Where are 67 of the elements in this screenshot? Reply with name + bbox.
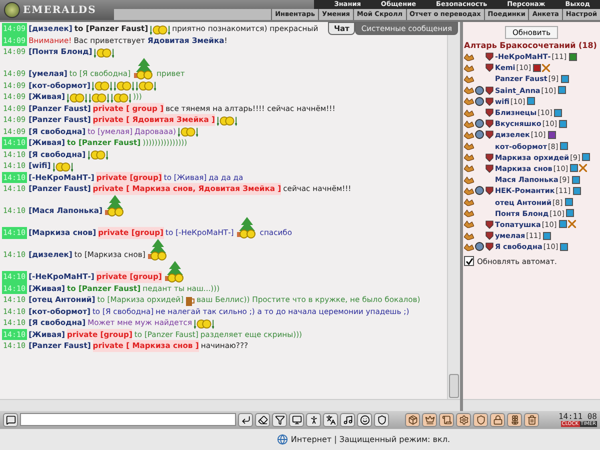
- info-icon[interactable]: [542, 232, 551, 240]
- smiley-icon: [114, 81, 134, 91]
- crossed-swords-icon[interactable]: [568, 220, 576, 228]
- smiley-icon: [88, 92, 109, 102]
- info-icon[interactable]: [560, 142, 568, 150]
- smiley-icon: [66, 92, 87, 102]
- info-icon[interactable]: [548, 130, 556, 139]
- logo-text: EMERALDS: [23, 4, 96, 16]
- enter-icon[interactable]: [238, 412, 253, 426]
- smiley-icon: [92, 81, 112, 91]
- smiley-icon: [94, 48, 114, 58]
- info-icon[interactable]: [582, 153, 590, 162]
- bin-icon[interactable]: [524, 412, 539, 426]
- info-icon[interactable]: [559, 120, 568, 128]
- horizontal-scrollbar[interactable]: [0, 399, 460, 411]
- emblem-icon: [4, 2, 20, 18]
- info-icon[interactable]: [558, 220, 567, 228]
- lock-icon[interactable]: [490, 412, 505, 426]
- music-icon[interactable]: [340, 412, 355, 426]
- info-icon[interactable]: [566, 209, 574, 218]
- globe-icon: [276, 434, 288, 445]
- tree-smiley-icon: [147, 238, 170, 260]
- clock-time: 14:11 08: [558, 412, 597, 420]
- flower-icon[interactable]: [507, 412, 522, 426]
- auto-refresh-checkbox[interactable]: [464, 256, 474, 266]
- crossed-swords-icon[interactable]: [542, 64, 550, 72]
- person-icon[interactable]: [306, 412, 321, 426]
- tree-smiley-icon: [164, 260, 186, 282]
- info-icon[interactable]: [527, 97, 536, 106]
- info-icon[interactable]: [572, 186, 581, 195]
- smiley-icon: [110, 92, 131, 102]
- gear-icon[interactable]: [456, 412, 471, 426]
- horizontal-scrollbar[interactable]: [463, 399, 600, 411]
- smiley-icon: [178, 127, 198, 137]
- translit-icon[interactable]: [323, 412, 338, 426]
- info-icon[interactable]: [568, 52, 577, 61]
- tree-smiley-icon: [236, 216, 258, 238]
- message-input[interactable]: [20, 413, 236, 426]
- monitor-icon[interactable]: [289, 412, 304, 426]
- bag-icon[interactable]: [405, 412, 420, 426]
- smiley-icon: [88, 150, 108, 160]
- smiley-icon: [136, 81, 156, 91]
- crossed-swords-icon[interactable]: [579, 164, 588, 172]
- tree-smiley-icon: [104, 194, 126, 216]
- shield-icon[interactable]: [473, 412, 488, 426]
- info-icon[interactable]: [564, 198, 573, 206]
- info-icon[interactable]: [560, 74, 569, 83]
- info-icon[interactable]: [572, 176, 580, 184]
- smiley-icon: [217, 116, 238, 126]
- info-icon[interactable]: [558, 86, 566, 94]
- scroll-icon[interactable]: [439, 412, 454, 426]
- room-title: Алтарь Бракосочетаний (18): [464, 41, 598, 51]
- info-icon[interactable]: [560, 242, 568, 251]
- status-text: Интернет | Защищенный режим: вкл.: [290, 435, 450, 444]
- speech-icon[interactable]: [3, 412, 18, 426]
- mug-icon: [186, 296, 195, 306]
- info-icon[interactable]: [570, 164, 578, 172]
- smiley-icon: [150, 24, 170, 34]
- info-icon[interactable]: [533, 64, 542, 72]
- smiley-icon: [52, 162, 73, 172]
- tree-smiley-icon: [132, 58, 155, 80]
- filter-icon[interactable]: [272, 412, 287, 426]
- info-icon[interactable]: [554, 108, 562, 117]
- smiley-icon: [194, 318, 214, 328]
- crown-icon[interactable]: [422, 412, 437, 426]
- smiley-face-icon[interactable]: [357, 412, 372, 426]
- eraser-icon[interactable]: [255, 412, 270, 426]
